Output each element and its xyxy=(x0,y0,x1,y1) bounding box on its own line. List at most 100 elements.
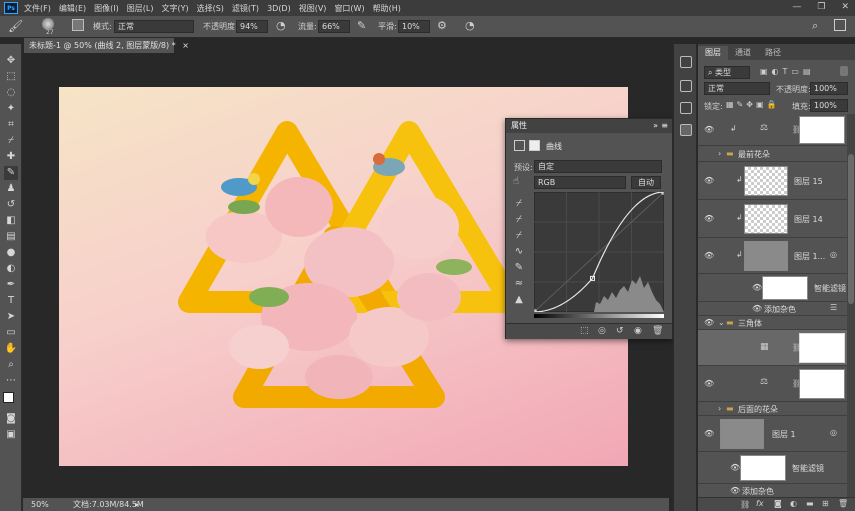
eye-icon[interactable]: 👁 xyxy=(704,176,714,186)
document-tab[interactable]: 未标题-1 @ 50% (曲线 2, 图层蒙版/8) * × xyxy=(24,38,189,53)
scrollbar-thumb[interactable] xyxy=(848,154,854,304)
filter-toggle[interactable] xyxy=(840,66,848,76)
layer-mask-icon[interactable] xyxy=(529,140,540,151)
marquee-tool-icon[interactable]: ⬚ xyxy=(4,70,18,84)
eye-icon[interactable]: 👁 xyxy=(704,214,714,224)
layer-row[interactable]: 👁 ↲ 图层 1... ◎ xyxy=(698,238,847,274)
panel-menu-icon[interactable]: ≡ xyxy=(661,119,668,133)
path-selection-tool-icon[interactable]: ➤ xyxy=(4,310,18,324)
eye-icon[interactable]: 👁 xyxy=(704,429,714,439)
menu-layer[interactable]: 图层(L) xyxy=(127,3,154,14)
filter-mask-thumbnail[interactable] xyxy=(740,455,786,481)
preset-select[interactable]: 自定 xyxy=(534,160,662,173)
pen-tool-icon[interactable]: ✒ xyxy=(4,278,18,292)
pressure-opacity-icon[interactable]: ◔ xyxy=(276,19,286,32)
eye-icon[interactable]: 👁 xyxy=(730,463,740,473)
healing-tool-icon[interactable]: ✚ xyxy=(4,150,18,164)
blur-tool-icon[interactable]: ● xyxy=(4,246,18,260)
lasso-tool-icon[interactable]: ◌ xyxy=(4,86,18,100)
menu-file[interactable]: 文件(F) xyxy=(24,3,51,14)
brush-tool-icon[interactable]: ✎ xyxy=(4,166,18,180)
eye-icon[interactable]: 👁 xyxy=(704,318,714,328)
menu-image[interactable]: 图像(I) xyxy=(94,3,119,14)
delete-icon[interactable]: 🗑 xyxy=(652,326,663,336)
layer-mask-thumbnail[interactable] xyxy=(799,369,845,399)
brush-tool-icon[interactable]: 🖌 xyxy=(8,19,23,33)
menu-select[interactable]: 选择(S) xyxy=(197,3,224,14)
new-group-icon[interactable]: ▬ xyxy=(806,499,814,508)
gradient-tool-icon[interactable]: ▤ xyxy=(4,230,18,244)
airbrush-icon[interactable]: ✎ xyxy=(357,19,366,32)
auto-button[interactable]: 自动 xyxy=(631,176,661,189)
layer-filter-select[interactable]: ⌕ 类型 xyxy=(704,66,750,79)
collapse-icon[interactable]: » xyxy=(653,119,658,133)
layer-mask-thumbnail[interactable] xyxy=(799,116,845,144)
channel-select[interactable]: RGB xyxy=(534,176,626,189)
menu-edit[interactable]: 编辑(E) xyxy=(59,3,86,14)
menu-view[interactable]: 视图(V) xyxy=(299,3,327,14)
hand-tool-icon[interactable]: ✋ xyxy=(4,342,18,356)
menu-3d[interactable]: 3D(D) xyxy=(267,4,291,13)
curve-graph[interactable] xyxy=(534,192,664,312)
move-tool-icon[interactable]: ✥ xyxy=(4,54,18,68)
layer-thumbnail[interactable] xyxy=(744,204,788,234)
chevron-right-icon[interactable]: › xyxy=(718,149,721,158)
eye-icon[interactable]: 👁 xyxy=(704,251,714,261)
smart-filter-row[interactable]: 👁 智能滤镜 xyxy=(698,452,847,484)
clipping-warning-icon[interactable]: ▲ xyxy=(512,293,526,307)
screen-mode-icon[interactable]: ▣ xyxy=(4,428,18,442)
pencil-curve-icon[interactable]: ✎ xyxy=(512,261,526,275)
layer-row[interactable]: 👁 ⚖ ⛓ xyxy=(698,366,847,402)
eraser-tool-icon[interactable]: ◧ xyxy=(4,214,18,228)
crop-tool-icon[interactable]: ⌗ xyxy=(4,118,18,132)
restore-button[interactable]: ❐ xyxy=(817,2,825,12)
eye-icon[interactable]: 👁 xyxy=(704,379,714,389)
status-arrow-icon[interactable]: ▸ xyxy=(135,498,139,511)
view-previous-icon[interactable]: ◎ xyxy=(598,326,606,336)
opacity-input[interactable]: 94% xyxy=(236,20,268,33)
fill-input[interactable]: 100% xyxy=(810,99,848,112)
workspace-icon[interactable] xyxy=(834,19,846,31)
reset-icon[interactable]: ↺ xyxy=(616,326,624,336)
clip-to-layer-icon[interactable]: ⬚ xyxy=(580,326,589,336)
layer-row[interactable]: 👁 ↲ ⚖ ⛓ xyxy=(698,114,847,146)
filter-options-icon[interactable]: ☰ xyxy=(830,303,837,312)
flow-input[interactable]: 66% xyxy=(318,20,350,33)
chevron-right-icon[interactable]: › xyxy=(718,404,721,413)
properties-header[interactable]: 属性 » ≡ xyxy=(506,119,672,133)
pressure-size-icon[interactable]: ◔ xyxy=(465,19,475,32)
quick-mask-icon[interactable]: ◙ xyxy=(4,412,18,426)
adjustment-layer-icon[interactable]: ◐ xyxy=(790,499,797,508)
fx-icon[interactable]: fx xyxy=(756,499,764,508)
brush-panel-icon[interactable] xyxy=(72,19,84,31)
tab-layers[interactable]: 图层 xyxy=(698,46,728,60)
blend-mode-select[interactable]: 正常 xyxy=(704,82,770,95)
filter-icons[interactable]: ▣◐T▭▤ xyxy=(760,67,815,76)
smoothing-input[interactable]: 10% xyxy=(398,20,430,33)
shape-tool-icon[interactable]: ▭ xyxy=(4,326,18,340)
layer-mask-thumbnail[interactable] xyxy=(799,333,845,363)
eye-icon[interactable]: 👁 xyxy=(752,283,762,293)
layer-group-row[interactable]: › ▬ 最前花朵 xyxy=(698,146,847,162)
dodge-tool-icon[interactable]: ◐ xyxy=(4,262,18,276)
eyedropper-tool-icon[interactable]: ⌿ xyxy=(4,134,18,148)
layer-row[interactable]: 👁 图层 1 ◎ xyxy=(698,416,847,452)
eye-icon[interactable]: 👁 xyxy=(704,125,714,135)
layer-opacity-input[interactable]: 100% xyxy=(810,82,848,95)
smart-object-thumbnail[interactable] xyxy=(744,241,788,271)
properties-panel-icon[interactable] xyxy=(680,124,692,136)
filter-item-row[interactable]: 👁 添加杂色 xyxy=(698,484,847,498)
filter-item-row[interactable]: 👁 添加杂色 ☰ xyxy=(698,302,847,316)
add-mask-icon[interactable]: ◙ xyxy=(774,499,782,508)
menu-type[interactable]: 文字(Y) xyxy=(161,3,188,14)
history-panel-icon[interactable] xyxy=(680,56,692,68)
smooth-curve-icon[interactable]: ≈ xyxy=(512,277,526,291)
smart-object-thumbnail[interactable] xyxy=(720,419,764,449)
menu-help[interactable]: 帮助(H) xyxy=(373,3,401,14)
lock-icons[interactable]: ▦✎✥▣🔒 xyxy=(726,100,779,109)
search-icon[interactable]: ⌕ xyxy=(812,19,818,33)
layer-thumbnail[interactable] xyxy=(744,166,788,196)
history-brush-tool-icon[interactable]: ↺ xyxy=(4,198,18,212)
layer-row[interactable]: 👁 ↲ 图层 15 xyxy=(698,162,847,200)
visibility-icon[interactable]: ◉ xyxy=(634,326,642,336)
